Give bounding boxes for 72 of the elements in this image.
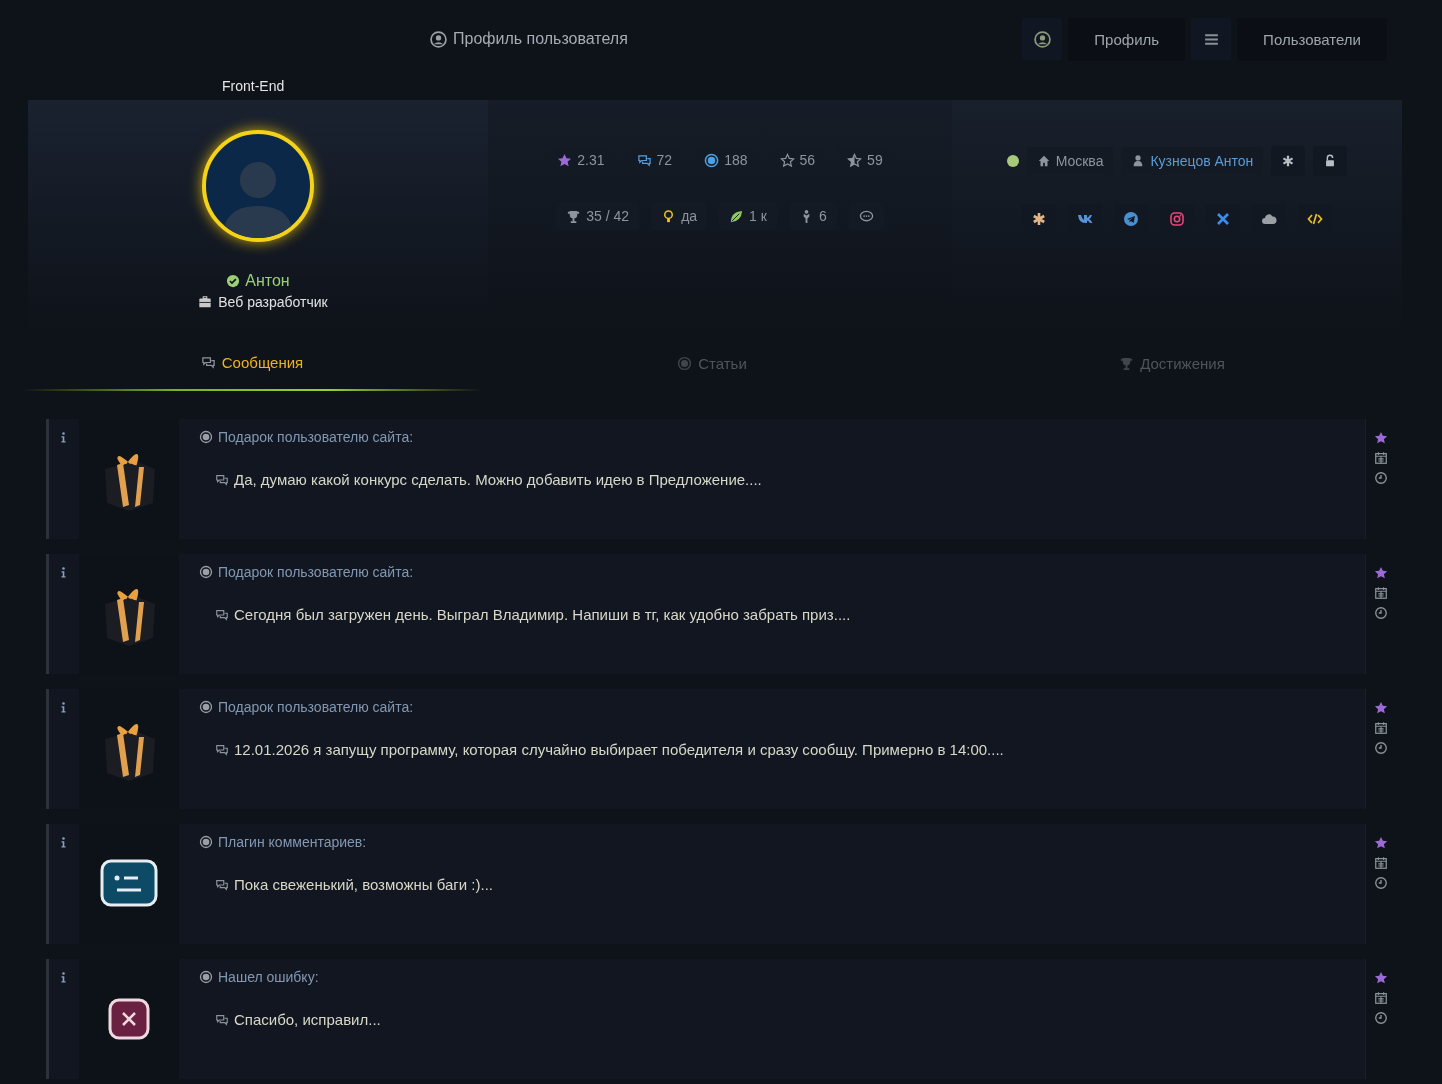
nav-link[interactable]: Пользователи [1237, 17, 1387, 61]
star-icon [1374, 701, 1388, 715]
disc-icon [677, 355, 693, 371]
message-title: Подарок пользователю сайта: [218, 429, 414, 445]
nav-icon-button[interactable] [1191, 18, 1232, 60]
radio-icon [199, 970, 213, 984]
message-box-icon [99, 858, 159, 910]
message-title: Нашел ошибку: [218, 969, 319, 985]
tab[interactable]: Сообщения [22, 335, 482, 391]
cloud-icon [1261, 211, 1277, 227]
message-title: Подарок пользователю сайта: [218, 564, 414, 580]
asterisk-icon [1281, 154, 1296, 168]
briefcase-icon [198, 295, 213, 309]
error-box-icon [107, 997, 151, 1041]
comments-icon [215, 1012, 229, 1027]
leaf-icon [729, 208, 745, 224]
clock-icon [1374, 606, 1388, 620]
clock-icon [1374, 741, 1388, 755]
calendar-icon [1374, 586, 1388, 600]
calendar-icon [1374, 991, 1388, 1005]
calendar-icon [1374, 451, 1388, 465]
radio-icon [199, 565, 213, 579]
code-icon [1307, 211, 1323, 227]
star-outline-icon [779, 152, 795, 168]
role-label: Front-End [222, 78, 285, 96]
calendar-icon [1374, 856, 1388, 870]
check-circle-icon [226, 274, 241, 288]
star-icon [1374, 836, 1388, 850]
comments-icon [215, 877, 229, 892]
instagram-icon [1169, 211, 1185, 227]
clock-icon [1374, 1011, 1388, 1025]
star-icon [557, 152, 573, 168]
home-icon [1036, 154, 1051, 168]
telegram-icon [1123, 211, 1139, 227]
action-button[interactable] [1271, 146, 1306, 176]
radio-icon [199, 835, 213, 849]
user-icon [430, 30, 447, 48]
message-text: Да, думаю какой конкурс сделать. Можно добавить идею в Предложение.... [234, 471, 762, 488]
nav-icon-button[interactable] [1022, 18, 1063, 60]
chat-icon [858, 208, 874, 224]
cross-icon [1215, 211, 1231, 227]
action-button[interactable] [1313, 146, 1348, 176]
user-position: Веб разработчик [218, 294, 328, 310]
comments-icon [215, 607, 229, 622]
page-title: Профиль пользователя [453, 30, 628, 48]
city-label: Москва [1026, 147, 1114, 175]
calendar-icon [1374, 721, 1388, 735]
radio-icon [199, 430, 213, 444]
star-half-icon [847, 152, 863, 168]
comments-icon [636, 152, 652, 168]
message-text: Сегодня был загружен день. Выграл Владимир. Напиши в тг, как удобно забрать приз.... [234, 606, 851, 623]
trophy-icon [1119, 355, 1135, 371]
comments-icon [215, 472, 229, 487]
star-icon [1374, 566, 1388, 580]
message-title: Плагин комментариев: [218, 834, 367, 850]
comments-icon [200, 354, 216, 370]
target-icon [704, 152, 720, 168]
message-text: 12.01.2026 я запущу программу, которая случайно выбирает победителя и сразу сообщу. Примерно в 14:00.... [234, 741, 1004, 758]
user-name: Антон [245, 272, 290, 290]
star-icon [1374, 971, 1388, 985]
clock-icon [1374, 876, 1388, 890]
comments-icon [215, 742, 229, 757]
message-text: Спасибо, исправил... [234, 1011, 381, 1028]
nav-link[interactable]: Профиль [1068, 17, 1186, 61]
message-text: Пока свеженький, возможны баги :)... [234, 876, 493, 893]
trophy-icon [566, 208, 582, 224]
radio-icon [199, 700, 213, 714]
clock-icon [1374, 471, 1388, 485]
star-icon [1374, 431, 1388, 445]
user-icon [1033, 30, 1051, 48]
message-title: Подарок пользователю сайта: [218, 699, 414, 715]
asterisk-icon [1031, 211, 1047, 227]
